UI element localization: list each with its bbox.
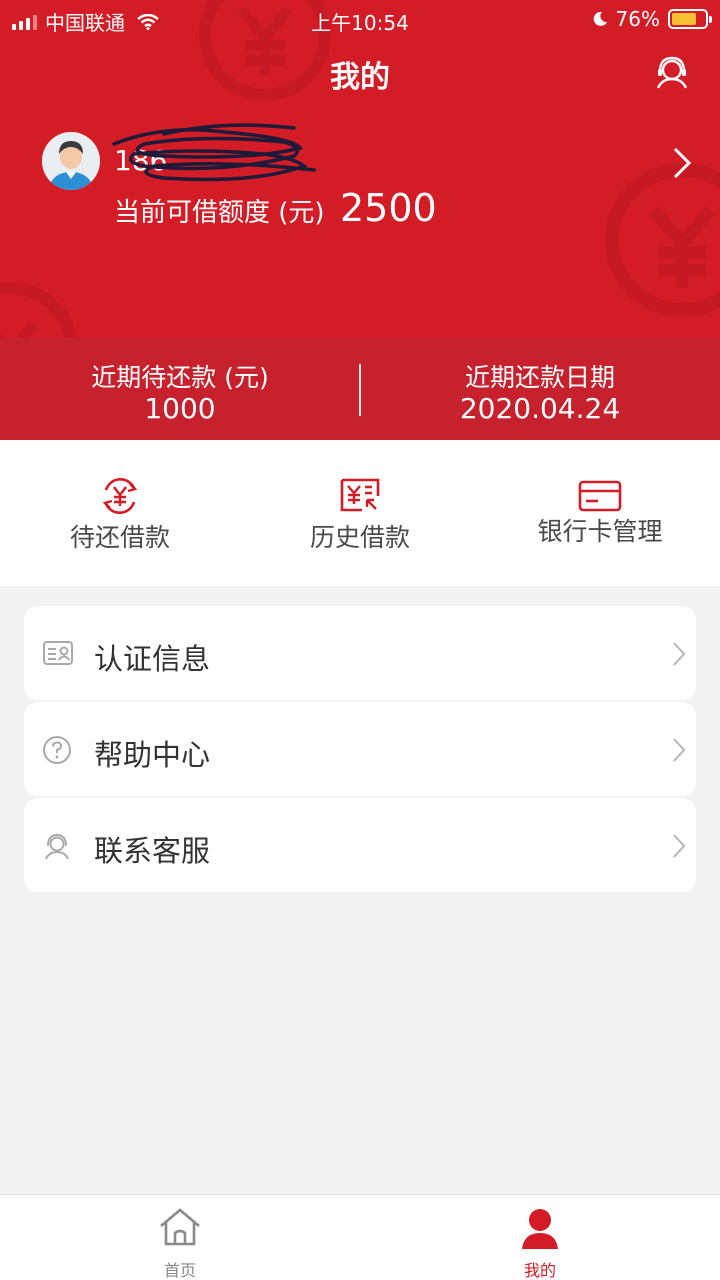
menu-item-label: 联系客服 xyxy=(94,834,211,868)
page-title: 我的 xyxy=(330,60,390,95)
customer-service-button[interactable] xyxy=(652,52,692,92)
repay-date-value: 2020.04.24 xyxy=(459,392,621,425)
battery-percent: 76% xyxy=(615,7,660,31)
redaction-scribble xyxy=(112,123,316,182)
tab-home[interactable]: 首页 xyxy=(0,1195,360,1280)
quick-actions: 待还借款 历史借款 银行卡管理 xyxy=(0,440,720,586)
quick-action-loan-history[interactable]: 历史借款 xyxy=(240,440,480,586)
menu-item-verification[interactable]: 认证信息 xyxy=(24,606,696,700)
battery-icon xyxy=(668,9,712,29)
customer-service-icon xyxy=(45,833,69,860)
repay-amount-label: 近期待还款 (元) xyxy=(91,363,269,392)
tab-label: 首页 xyxy=(163,1261,196,1280)
menu-item-help-center[interactable]: 帮助中心 xyxy=(24,702,696,796)
quick-action-label: 银行卡管理 xyxy=(537,517,663,546)
quick-action-pending-loans[interactable]: 待还借款 xyxy=(0,440,240,586)
profile-header: 中国联通 上午10:54 76% 我的 186 当前可借额度 (元) 2500 … xyxy=(0,0,720,440)
user-icon xyxy=(522,1209,558,1249)
credit-limit-label: 当前可借额度 (元) xyxy=(114,198,325,228)
upcoming-repay-date[interactable]: 近期还款日期 2020.04.24 xyxy=(360,338,720,440)
tab-mine[interactable]: 我的 xyxy=(360,1195,720,1280)
repay-date-label: 近期还款日期 xyxy=(464,363,615,392)
moon-icon xyxy=(593,11,607,26)
repayment-summary: 近期待还款 (元) 1000 近期还款日期 2020.04.24 xyxy=(0,338,720,440)
status-bar: 中国联通 上午10:54 76% xyxy=(0,0,720,38)
menu-item-label: 帮助中心 xyxy=(94,738,211,772)
quick-action-label: 待还借款 xyxy=(69,523,170,552)
quick-action-bank-cards[interactable]: 银行卡管理 xyxy=(480,440,720,586)
chevron-right-icon xyxy=(673,834,686,858)
bank-card-icon xyxy=(578,480,622,512)
tab-label: 我的 xyxy=(523,1261,556,1280)
home-icon xyxy=(160,1208,200,1246)
upcoming-repayment[interactable]: 近期待还款 (元) 1000 xyxy=(0,338,360,440)
credit-limit-value: 2500 xyxy=(340,186,437,230)
user-avatar-icon xyxy=(42,132,100,190)
avatar[interactable] xyxy=(42,132,100,190)
repay-amount-value: 1000 xyxy=(144,392,216,425)
yen-watermark-icon xyxy=(605,163,720,317)
yen-history-icon xyxy=(340,478,380,512)
id-card-icon xyxy=(43,641,73,665)
quick-action-label: 历史借款 xyxy=(309,523,410,552)
menu-item-label: 认证信息 xyxy=(94,642,211,676)
yen-cycle-icon xyxy=(102,478,138,514)
menu-item-contact-support[interactable]: 联系客服 xyxy=(24,798,696,892)
chevron-right-icon[interactable] xyxy=(672,146,692,180)
tab-bar: 首页 我的 xyxy=(0,1194,720,1280)
chevron-right-icon xyxy=(673,642,686,666)
question-icon xyxy=(43,736,71,764)
chevron-right-icon xyxy=(673,738,686,762)
